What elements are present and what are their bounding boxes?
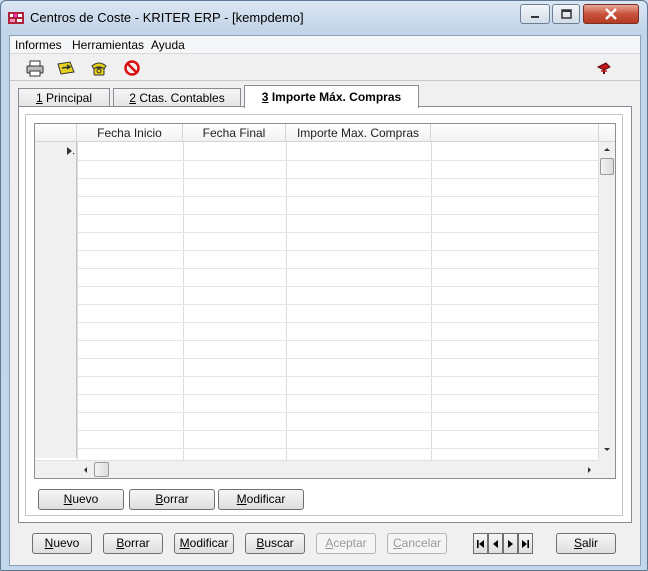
first-record-button[interactable] bbox=[473, 533, 488, 554]
scroll-up-icon[interactable] bbox=[602, 145, 612, 153]
grid-horizontal-scrollbar[interactable] bbox=[35, 460, 599, 478]
vertical-scroll-thumb[interactable] bbox=[600, 158, 614, 175]
minimize-button[interactable] bbox=[520, 4, 550, 24]
client-area: Informes Herramientas Ayuda 1 Principal … bbox=[9, 35, 641, 566]
maximize-icon bbox=[560, 9, 572, 19]
export-icon[interactable] bbox=[56, 58, 76, 78]
borrar-button[interactable]: Borrar bbox=[103, 533, 163, 554]
nuevo-button[interactable]: Nuevo bbox=[32, 533, 92, 554]
header-empty bbox=[431, 124, 599, 142]
menu-bar: Informes Herramientas Ayuda bbox=[10, 36, 640, 54]
scroll-down-icon[interactable] bbox=[602, 446, 612, 454]
modificar-button[interactable]: Modificar bbox=[174, 533, 234, 554]
scroll-left-icon[interactable] bbox=[81, 465, 89, 475]
menu-informes[interactable]: Informes bbox=[15, 38, 62, 52]
menu-herramientas[interactable]: Herramientas bbox=[72, 38, 144, 52]
app-logo-icon bbox=[8, 12, 24, 24]
grid-group: Fecha Inicio Fecha Final Importe Max. Co… bbox=[25, 114, 623, 516]
grid-borrar-button[interactable]: Borrar bbox=[129, 489, 215, 510]
first-record-icon bbox=[477, 539, 484, 548]
previous-record-icon bbox=[493, 539, 498, 548]
close-button[interactable] bbox=[583, 4, 639, 24]
last-record-icon bbox=[522, 539, 529, 548]
tab-panel: Fecha Inicio Fecha Final Importe Max. Co… bbox=[18, 106, 632, 523]
tab-strip: 1 Principal 2 Ctas. Contables 3 Importe … bbox=[18, 85, 618, 108]
title-bar[interactable]: Centros de Coste - KRITER ERP - [kempdem… bbox=[1, 1, 647, 35]
record-navigator bbox=[473, 533, 533, 554]
cancelar-button[interactable]: Cancelar bbox=[387, 533, 447, 554]
grid-nuevo-button[interactable]: Nuevo bbox=[38, 489, 124, 510]
aceptar-button[interactable]: Aceptar bbox=[316, 533, 376, 554]
header-corner bbox=[35, 124, 77, 142]
next-record-icon bbox=[508, 539, 513, 548]
grid-lines bbox=[77, 142, 599, 460]
toolbar bbox=[10, 55, 640, 81]
grid-vertical-scrollbar[interactable] bbox=[598, 124, 615, 460]
data-grid[interactable]: Fecha Inicio Fecha Final Importe Max. Co… bbox=[34, 123, 616, 479]
tab-ctas-contables[interactable]: 2 Ctas. Contables bbox=[113, 88, 241, 107]
menu-ayuda[interactable]: Ayuda bbox=[151, 38, 185, 52]
salir-button[interactable]: Salir bbox=[556, 533, 616, 554]
main-window: Centros de Coste - KRITER ERP - [kempdem… bbox=[0, 0, 648, 571]
header-scroll-corner bbox=[598, 124, 615, 142]
next-record-button[interactable] bbox=[503, 533, 518, 554]
scrollbar-corner bbox=[598, 460, 615, 478]
previous-record-button[interactable] bbox=[488, 533, 503, 554]
tab-principal[interactable]: 1 Principal bbox=[18, 88, 110, 107]
tab-importe-max-compras[interactable]: 3 Importe Máx. Compras bbox=[244, 85, 419, 108]
help-icon[interactable] bbox=[594, 58, 614, 78]
window-title: Centros de Coste - KRITER ERP - [kempdem… bbox=[30, 10, 304, 25]
horizontal-scroll-thumb[interactable] bbox=[94, 462, 109, 477]
minimize-icon bbox=[531, 16, 539, 18]
header-fecha-inicio[interactable]: Fecha Inicio bbox=[77, 124, 183, 142]
print-icon[interactable] bbox=[25, 58, 45, 78]
grid-modificar-button[interactable]: Modificar bbox=[218, 489, 304, 510]
maximize-button[interactable] bbox=[552, 4, 580, 24]
phone-icon[interactable] bbox=[89, 58, 109, 78]
grid-header: Fecha Inicio Fecha Final Importe Max. Co… bbox=[35, 124, 599, 142]
buscar-button[interactable]: Buscar bbox=[245, 533, 305, 554]
last-record-button[interactable] bbox=[518, 533, 533, 554]
cancel-icon[interactable] bbox=[122, 58, 142, 78]
header-fecha-final[interactable]: Fecha Final bbox=[183, 124, 286, 142]
header-importe-max-compras[interactable]: Importe Max. Compras bbox=[286, 124, 431, 142]
close-icon bbox=[605, 8, 617, 20]
scroll-right-icon[interactable] bbox=[586, 465, 594, 475]
